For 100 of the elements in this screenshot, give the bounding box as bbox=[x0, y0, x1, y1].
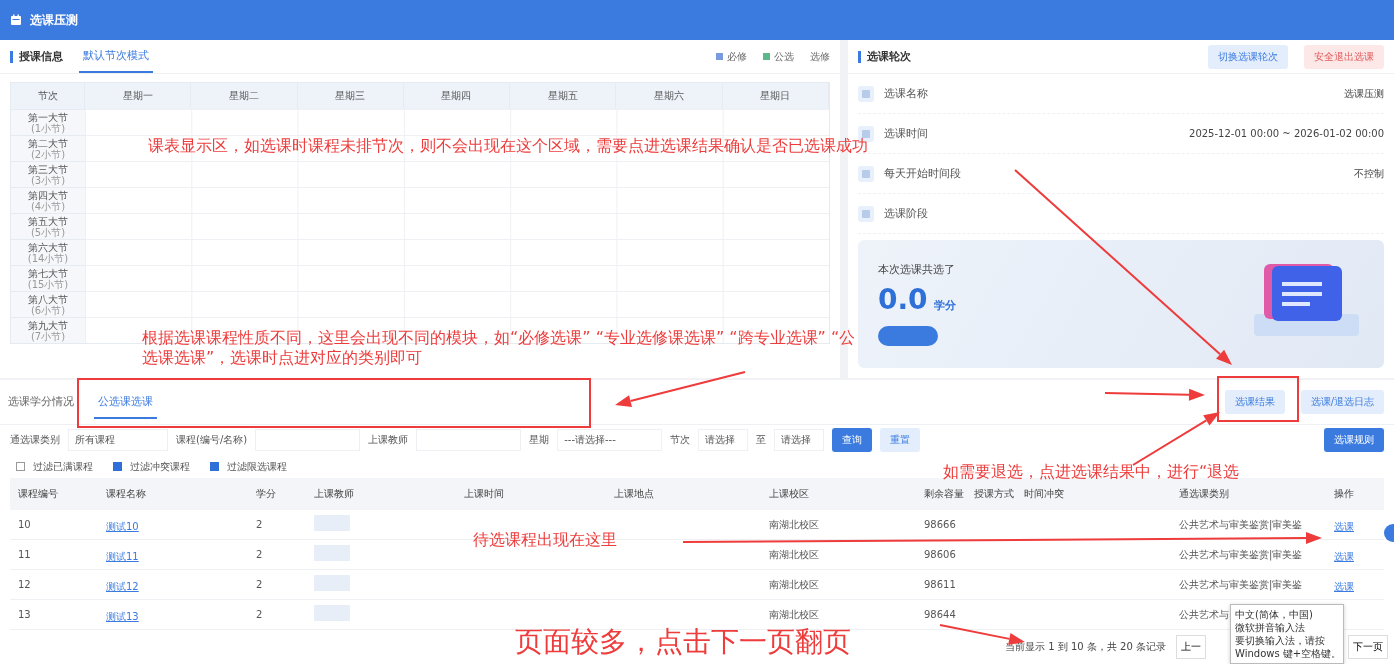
tooltip-line: 微软拼音输入法 bbox=[1235, 622, 1306, 634]
table-cell-text: 2 bbox=[255, 519, 263, 530]
annotation-text: 待选课程出现在这里 bbox=[473, 530, 617, 550]
filter-checkbox[interactable]: 过滤已满课程 bbox=[16, 459, 93, 474]
panel-title: 选课轮次 bbox=[858, 50, 911, 63]
tooltip-line: 要切换输入法，请按 bbox=[1235, 635, 1326, 647]
info-label: 每天开始时间段 bbox=[884, 166, 961, 181]
period-sub: (5小节) bbox=[30, 226, 66, 238]
period-sub: (15小节) bbox=[27, 278, 69, 290]
select-field[interactable]: 所有课程 bbox=[68, 429, 168, 451]
category-tab[interactable]: 公选课选课 bbox=[94, 385, 157, 419]
result-button[interactable]: 选课结果 bbox=[1224, 390, 1285, 414]
course-link[interactable]: 测试10 bbox=[98, 521, 139, 532]
rules-button[interactable]: 选课规则 bbox=[1324, 428, 1384, 452]
panel-title: 授课信息 bbox=[10, 50, 63, 63]
table-cell-text: 公共艺术与审美鉴赏|审美鉴 bbox=[1178, 517, 1303, 532]
credit-total: 0.0 bbox=[878, 283, 928, 316]
filter-checkbox[interactable]: 过滤限选课程 bbox=[210, 459, 287, 474]
info-icon bbox=[858, 165, 874, 182]
select-field[interactable]: 请选择 bbox=[774, 429, 825, 451]
info-label: 选课时间 bbox=[884, 126, 928, 141]
category-tab[interactable]: 选课学分情况 bbox=[4, 385, 78, 419]
period-name: 第七大节 bbox=[28, 267, 68, 279]
app-title: 选课压测 bbox=[30, 11, 78, 29]
table-cell-text: 11 bbox=[17, 549, 31, 560]
period-name: 第五大节 bbox=[28, 215, 68, 227]
summary-button[interactable] bbox=[878, 326, 938, 346]
column-header: 星期一 bbox=[85, 83, 192, 109]
column-header: 星期三 bbox=[297, 83, 404, 109]
column-header: 学分 bbox=[255, 487, 277, 501]
tooltip-line: Windows 键+空格键。 bbox=[1235, 648, 1339, 660]
column-header: 上课时间 bbox=[463, 487, 505, 501]
tooltip-line: 中文(简体，中国) bbox=[1235, 609, 1314, 621]
summary-caption: 本次选课共选了 bbox=[878, 262, 956, 277]
calendar-icon bbox=[10, 14, 22, 26]
period-sub: (14小节) bbox=[27, 252, 69, 264]
table-cell-text: 南湖北校区 bbox=[768, 607, 819, 622]
annotation-text: 课表显示区，如选课时课程未排节次，则不会出现在这个区域，需要点进选课结果确认是否已选课成功 bbox=[148, 136, 868, 156]
info-icon bbox=[858, 205, 874, 222]
filter-label: 星期 bbox=[529, 433, 550, 447]
course-link[interactable]: 测试11 bbox=[98, 551, 139, 562]
input-field[interactable] bbox=[416, 429, 522, 451]
column-header: 上课教师 bbox=[313, 487, 355, 501]
range-separator: 至 bbox=[756, 433, 767, 447]
log-button[interactable]: 选课/退选日志 bbox=[1300, 390, 1384, 414]
period-sub: (7小节) bbox=[30, 330, 66, 342]
period-name: 第三大节 bbox=[28, 163, 68, 175]
info-value: 选课压测 bbox=[1344, 86, 1384, 101]
column-header: 星期五 bbox=[510, 83, 617, 109]
column-header: 星期日 bbox=[722, 83, 829, 109]
filter-label: 上课教师 bbox=[368, 433, 409, 447]
exit-button[interactable]: 安全退出选课 bbox=[1304, 44, 1384, 69]
table-cell-text: 12 bbox=[17, 579, 31, 590]
switch-button[interactable]: 切换选课轮次 bbox=[1208, 44, 1288, 69]
table-cell-text: 南湖北校区 bbox=[768, 577, 819, 592]
next-button[interactable]: 下一页 bbox=[1348, 635, 1388, 659]
column-header: 上课地点 bbox=[613, 487, 655, 501]
filter-checkbox[interactable]: 过滤冲突课程 bbox=[113, 459, 190, 474]
table-cell-text: 98666 bbox=[923, 519, 956, 530]
prev-button[interactable]: 上一 bbox=[1176, 635, 1206, 659]
table-cell-text: 南湖北校区 bbox=[768, 547, 819, 562]
course-link[interactable]: 测试12 bbox=[98, 581, 139, 592]
legend-item: 公选 bbox=[763, 49, 794, 64]
column-header: 课程编号 bbox=[17, 487, 59, 501]
select-link[interactable]: 选课 bbox=[1326, 521, 1354, 532]
period-name: 第二大节 bbox=[28, 137, 68, 149]
period-name: 第八大节 bbox=[28, 293, 68, 305]
column-header: 授课方式 bbox=[973, 487, 1015, 501]
table-cell-text: 南湖北校区 bbox=[768, 517, 819, 532]
select-field[interactable]: 请选择 bbox=[698, 429, 749, 451]
table-cell-text: 公共艺术与审美鉴赏|审美鉴 bbox=[1178, 547, 1303, 562]
reset-button[interactable]: 重置 bbox=[880, 428, 921, 452]
select-link[interactable]: 选课 bbox=[1326, 551, 1354, 562]
info-label: 选课名称 bbox=[884, 86, 928, 101]
search-button[interactable]: 查询 bbox=[832, 428, 873, 452]
legend-item: 必修 bbox=[716, 49, 747, 64]
mode-tab[interactable]: 默认节次模式 bbox=[79, 40, 153, 73]
period-sub: (3小节) bbox=[30, 174, 66, 186]
column-header: 节次 bbox=[11, 83, 85, 109]
column-header: 星期六 bbox=[616, 83, 723, 109]
column-header: 星期二 bbox=[191, 83, 298, 109]
info-icon bbox=[858, 85, 874, 102]
table-cell-text: 10 bbox=[17, 519, 31, 530]
table-cell-text: 公共艺术与审美鉴赏|审美鉴 bbox=[1178, 577, 1303, 592]
input-field[interactable] bbox=[255, 429, 361, 451]
filter-label: 课程(编号/名称) bbox=[176, 433, 248, 447]
period-name: 第一大节 bbox=[28, 111, 68, 123]
column-header: 剩余容量 bbox=[923, 487, 965, 501]
column-header: 上课校区 bbox=[768, 487, 810, 501]
select-link[interactable]: 选课 bbox=[1326, 581, 1354, 592]
table-cell-text: 2 bbox=[255, 549, 263, 560]
info-label: 选课阶段 bbox=[884, 206, 928, 221]
period-sub: (6小节) bbox=[30, 304, 66, 316]
column-header: 通选课类别 bbox=[1178, 487, 1230, 501]
select-field[interactable]: ---请选择--- bbox=[557, 429, 663, 451]
filter-label: 节次 bbox=[670, 433, 691, 447]
period-name: 第九大节 bbox=[28, 319, 68, 331]
table-cell-text: 13 bbox=[17, 609, 31, 620]
course-link[interactable]: 测试13 bbox=[98, 611, 139, 622]
table-cell-text: 98611 bbox=[923, 579, 956, 590]
